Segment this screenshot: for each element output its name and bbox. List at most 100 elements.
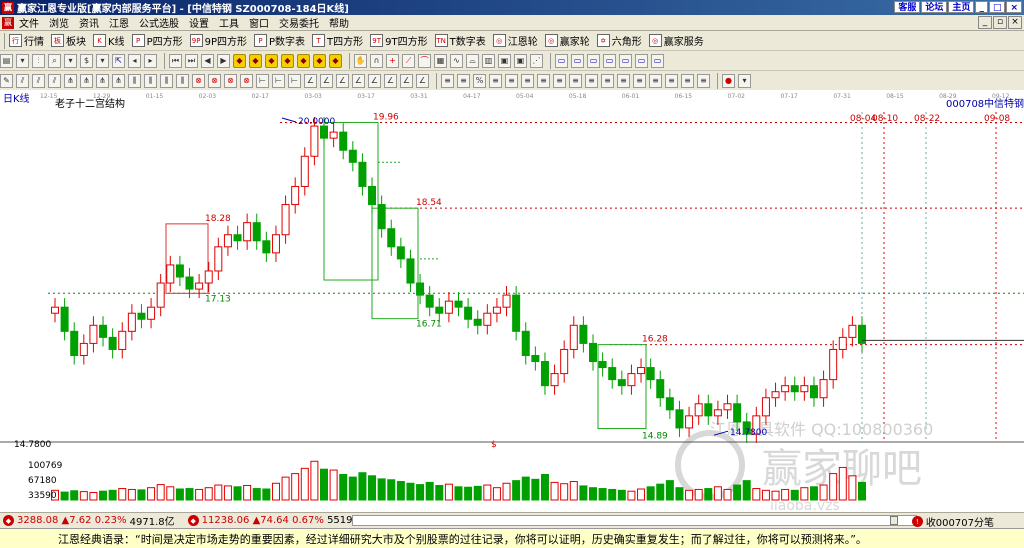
- hand-icon[interactable]: ✋: [354, 53, 367, 68]
- fib-icon[interactable]: ≡: [489, 73, 502, 88]
- line-icon[interactable]: ⟋: [402, 53, 415, 68]
- fork-icon[interactable]: ⋔: [80, 73, 93, 88]
- table-icon[interactable]: ▥: [482, 53, 495, 68]
- fib-icon[interactable]: ≡: [617, 73, 630, 88]
- tool-winner-service[interactable]: ◎ 赢家服务: [648, 33, 704, 48]
- channel-icon[interactable]: ⫼: [128, 73, 141, 88]
- ruler-icon[interactable]: ⊢: [288, 73, 301, 88]
- fib-icon[interactable]: ≡: [553, 73, 566, 88]
- dropdown-icon[interactable]: ▾: [738, 73, 751, 88]
- tool-hexagon[interactable]: ✡ 六角形: [596, 33, 642, 48]
- tool-p-table[interactable]: P P数字表: [254, 33, 305, 48]
- dropdown-icon[interactable]: ▾: [96, 53, 109, 68]
- fib-icon[interactable]: ≡: [585, 73, 598, 88]
- tool-gann-wheel[interactable]: ◎ 江恩轮: [492, 33, 538, 48]
- pencil-icon[interactable]: ✎: [0, 73, 13, 88]
- channel-icon[interactable]: ⫼: [160, 73, 173, 88]
- cycle-icon[interactable]: ⌒: [418, 53, 431, 68]
- curve-icon[interactable]: ∿: [450, 53, 463, 68]
- last-icon[interactable]: ⏭: [185, 53, 198, 68]
- diamond-icon[interactable]: ◆: [281, 53, 294, 68]
- monitor-icon[interactable]: ▭: [571, 53, 584, 68]
- ruler-icon[interactable]: ⊢: [272, 73, 285, 88]
- menu-gann[interactable]: 江恩: [104, 15, 134, 30]
- fork-icon[interactable]: ⋔: [64, 73, 77, 88]
- dropdown-icon[interactable]: ▾: [64, 53, 77, 68]
- play-icon[interactable]: ▸: [144, 53, 157, 68]
- title-minimize-button[interactable]: _: [975, 1, 988, 13]
- back-icon[interactable]: ◂: [128, 53, 141, 68]
- bar-icon[interactable]: ⫶: [32, 53, 45, 68]
- fork-icon[interactable]: ⋔: [112, 73, 125, 88]
- next-icon[interactable]: ▶: [217, 53, 230, 68]
- title-maximize-button[interactable]: □: [988, 1, 1006, 13]
- angle-icon[interactable]: ∠: [416, 73, 429, 88]
- diamond-icon[interactable]: ◆: [313, 53, 326, 68]
- tool-9p-square[interactable]: 9P 9P四方形: [189, 33, 247, 48]
- trend-icon[interactable]: ⫽: [32, 73, 45, 88]
- menu-info[interactable]: 资讯: [74, 15, 104, 30]
- gann-fan-icon[interactable]: ⊗: [192, 73, 205, 88]
- cross-icon[interactable]: +: [386, 53, 399, 68]
- restore-button[interactable]: ▫: [993, 16, 1007, 29]
- tick-data-label[interactable]: 收000707分笔: [926, 514, 994, 529]
- fib-icon[interactable]: ≡: [681, 73, 694, 88]
- monitor-icon[interactable]: ▭: [635, 53, 648, 68]
- diamond-icon[interactable]: ◆: [297, 53, 310, 68]
- angle-icon[interactable]: ∠: [320, 73, 333, 88]
- angle-icon[interactable]: ∠: [352, 73, 365, 88]
- menu-formula-screening[interactable]: 公式选股: [134, 15, 184, 30]
- tool-9t-square[interactable]: 9T 9T四方形: [370, 33, 428, 48]
- menu-browse[interactable]: 浏览: [44, 15, 74, 30]
- tool-t-square[interactable]: T T四方形: [312, 33, 363, 48]
- zoom-icon[interactable]: ⌕: [48, 53, 61, 68]
- menu-file[interactable]: 文件: [14, 15, 44, 30]
- diamond-icon[interactable]: ◆: [329, 53, 342, 68]
- tool-sectors[interactable]: 板板块: [51, 33, 86, 48]
- channel-icon[interactable]: ⫼: [144, 73, 157, 88]
- chart-scrollbar[interactable]: [352, 515, 917, 526]
- title-close-button[interactable]: ×: [1006, 1, 1022, 13]
- kline-chart[interactable]: 12-15 12-29 01-15 02-03 02-17 03-03 03-17 03-31…: [0, 90, 1024, 512]
- first-icon[interactable]: ⏮: [169, 53, 182, 68]
- homepage-link[interactable]: 主页: [948, 1, 975, 13]
- pointer-icon[interactable]: ⇱: [112, 53, 125, 68]
- box-icon[interactable]: ▣: [514, 53, 527, 68]
- channel-icon[interactable]: ⫼: [176, 73, 189, 88]
- angle-icon[interactable]: ∠: [384, 73, 397, 88]
- tool-kline[interactable]: K K线: [93, 33, 125, 48]
- arc-icon[interactable]: ⌓: [466, 53, 479, 68]
- grid-icon[interactable]: ▦: [434, 53, 447, 68]
- fib-icon[interactable]: ≡: [633, 73, 646, 88]
- angle-icon[interactable]: ∠: [400, 73, 413, 88]
- menu-help[interactable]: 帮助: [324, 15, 354, 30]
- menu-trading[interactable]: 交易委托: [274, 15, 324, 30]
- menu-window[interactable]: 窗口: [244, 15, 274, 30]
- fan-icon[interactable]: ⋰: [530, 53, 543, 68]
- gann-fan-icon[interactable]: ⊗: [208, 73, 221, 88]
- tool-winner-wheel[interactable]: ◎ 赢家轮: [544, 33, 590, 48]
- fib-icon[interactable]: ≡: [537, 73, 550, 88]
- ruler-icon[interactable]: ⊢: [256, 73, 269, 88]
- percent-icon[interactable]: %: [473, 73, 486, 88]
- fib-icon[interactable]: ≡: [697, 73, 710, 88]
- angle-icon[interactable]: ∠: [304, 73, 317, 88]
- fib-icon[interactable]: ≡: [505, 73, 518, 88]
- support-link[interactable]: 客服: [894, 1, 921, 13]
- diamond-icon[interactable]: ◆: [265, 53, 278, 68]
- magnet-icon[interactable]: ∩: [370, 53, 383, 68]
- tool-quotes[interactable]: 行行情: [9, 33, 44, 48]
- fib-icon[interactable]: ≡: [601, 73, 614, 88]
- close-button[interactable]: ×: [1008, 16, 1022, 29]
- layout-icon[interactable]: ▤: [0, 53, 13, 68]
- menu-settings[interactable]: 设置: [184, 15, 214, 30]
- fib-icon[interactable]: ≡: [441, 73, 454, 88]
- tool-t-table[interactable]: TN T数字表: [434, 33, 486, 48]
- forum-link[interactable]: 论坛: [921, 1, 948, 13]
- fib-icon[interactable]: ≡: [457, 73, 470, 88]
- monitor-icon[interactable]: ▭: [587, 53, 600, 68]
- dropdown-icon[interactable]: ▾: [16, 53, 29, 68]
- minimize-button[interactable]: _: [978, 16, 992, 29]
- menu-tools[interactable]: 工具: [214, 15, 244, 30]
- dollar-icon[interactable]: $: [80, 53, 93, 68]
